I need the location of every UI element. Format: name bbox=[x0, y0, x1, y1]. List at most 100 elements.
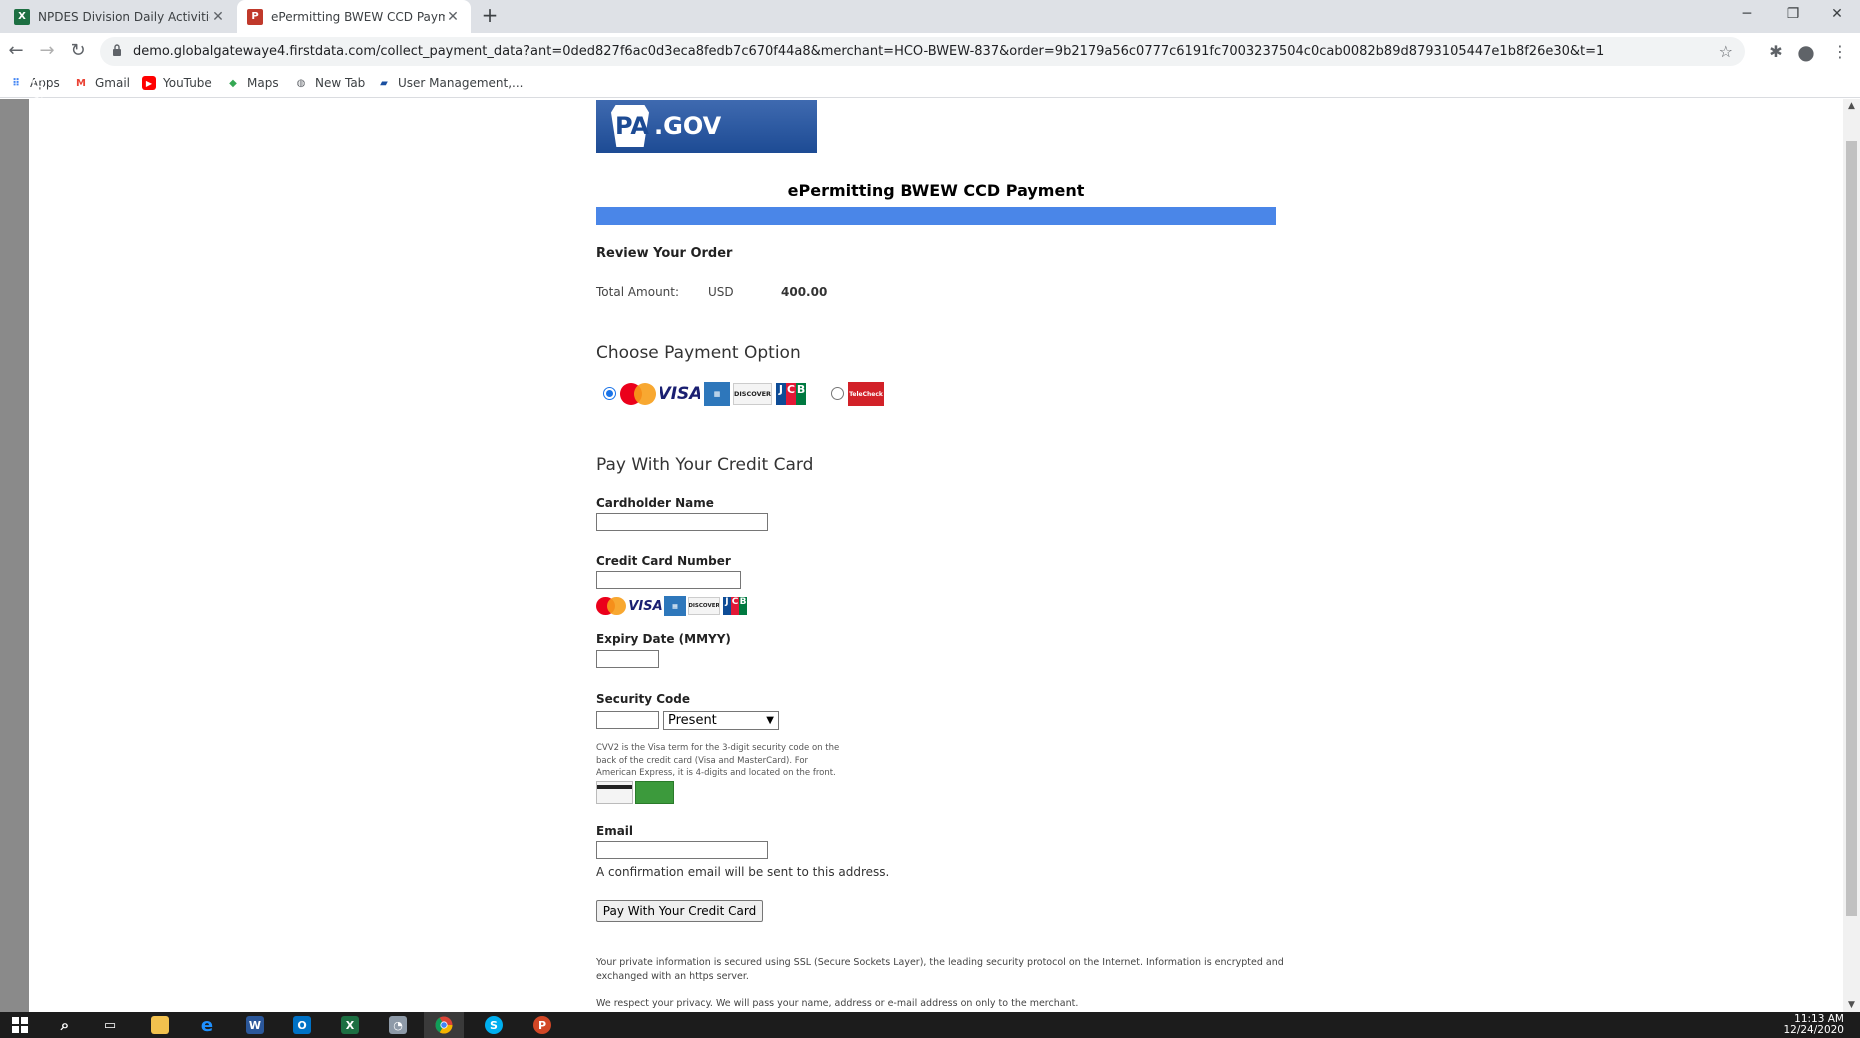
mastercard-small-icon bbox=[596, 597, 626, 615]
telecheck-text: TeleCheck bbox=[849, 390, 883, 398]
pa-gov-logo: PA .GOV bbox=[596, 100, 817, 153]
skype-icon[interactable]: S bbox=[474, 1012, 514, 1038]
scrollbar-thumb[interactable] bbox=[1846, 141, 1857, 916]
word-icon[interactable]: W bbox=[235, 1012, 275, 1038]
restore-button[interactable]: ❐ bbox=[1770, 0, 1816, 30]
pa-keystone-icon: P bbox=[247, 8, 263, 25]
scroll-up-icon[interactable]: ▲ bbox=[1843, 101, 1860, 111]
card-number-input[interactable] bbox=[596, 571, 741, 589]
tab-title: NPDES Division Daily Activities.xl bbox=[38, 9, 210, 24]
logo-gov-text: .GOV bbox=[654, 112, 722, 140]
reload-icon[interactable]: ↻ bbox=[65, 39, 91, 65]
outlook-icon[interactable]: O bbox=[282, 1012, 322, 1038]
forward-icon[interactable]: → bbox=[34, 39, 60, 65]
browser-tab-strip: X NPDES Division Daily Activities.xl ✕ P… bbox=[0, 0, 1860, 33]
browser-toolbar: ← → ↻ demo.globalgatewaye4.firstdata.com… bbox=[0, 33, 1860, 69]
telecheck-icon: TeleCheck bbox=[848, 382, 884, 406]
radio-credit-card[interactable] bbox=[603, 387, 616, 400]
bookmark-label: Maps bbox=[247, 76, 279, 90]
discover-icon: DISCOVER bbox=[733, 383, 772, 405]
url-text: demo.globalgatewaye4.firstdata.com/colle… bbox=[133, 44, 1605, 59]
powerpoint-icon[interactable]: P bbox=[522, 1012, 562, 1038]
pay-with-credit-card-button[interactable]: Pay With Your Credit Card bbox=[596, 900, 763, 922]
lock-icon bbox=[113, 44, 121, 56]
total-amount-value: 400.00 bbox=[781, 285, 828, 299]
cardholder-name-input[interactable] bbox=[596, 513, 768, 531]
bookmark-label: YouTube bbox=[163, 76, 212, 90]
review-order-heading: Review Your Order bbox=[596, 246, 733, 261]
radio-telecheck[interactable] bbox=[831, 387, 844, 400]
close-window-button[interactable]: ✕ bbox=[1814, 0, 1860, 30]
minimize-button[interactable]: ─ bbox=[1724, 0, 1770, 30]
network-app-icon[interactable]: ◔ bbox=[378, 1012, 418, 1038]
bookmark-star-icon[interactable]: ☆ bbox=[1719, 37, 1733, 66]
tab-epermitting-payment[interactable]: P ePermitting BWEW CCD Payment ✕ bbox=[237, 0, 471, 33]
discover-small-icon: DISCOVER bbox=[688, 597, 720, 615]
email-label: Email bbox=[596, 824, 634, 838]
payeezy-side-strip bbox=[0, 99, 29, 1012]
chevron-down-icon: ▼ bbox=[766, 715, 774, 726]
choose-payment-heading: Choose Payment Option bbox=[596, 343, 801, 363]
bookmark-gmail[interactable]: M Gmail bbox=[74, 74, 130, 92]
security-code-presence-select[interactable]: Present ▼ bbox=[663, 711, 779, 730]
discover-text: DISCOVER bbox=[733, 390, 772, 398]
back-icon[interactable]: ← bbox=[3, 39, 29, 65]
tab-npdes-excel[interactable]: X NPDES Division Daily Activities.xl ✕ bbox=[4, 0, 236, 33]
mastercard-icon bbox=[620, 383, 656, 405]
bookmarks-bar: ⠿ Apps M Gmail ▶ YouTube ◆ Maps ◍ New Ta… bbox=[0, 69, 1860, 98]
close-tab-icon[interactable]: ✕ bbox=[210, 9, 226, 25]
bookmark-new-tab[interactable]: ◍ New Tab bbox=[294, 74, 366, 92]
expiry-date-input[interactable] bbox=[596, 650, 659, 668]
page-title: ePermitting BWEW CCD Payment bbox=[787, 181, 1085, 200]
profile-avatar-icon[interactable]: ● bbox=[1793, 39, 1819, 65]
payment-page: PA .GOV ePermitting BWEW CCD Payment Rev… bbox=[29, 99, 1843, 1012]
sap-icon: ▰ bbox=[380, 77, 388, 89]
card-number-label: Credit Card Number bbox=[596, 554, 731, 568]
page-scrollbar[interactable]: ▲ ▼ bbox=[1843, 99, 1860, 1012]
scroll-down-icon[interactable]: ▼ bbox=[1843, 1000, 1860, 1010]
file-explorer-icon[interactable] bbox=[140, 1012, 180, 1038]
select-value: Present bbox=[668, 713, 717, 728]
amex-icon: ▦ bbox=[704, 382, 730, 406]
task-view-icon[interactable]: ▭ bbox=[90, 1012, 130, 1038]
card-back-cvv-icon bbox=[596, 781, 633, 804]
search-icon[interactable]: ⌕ bbox=[45, 1012, 85, 1038]
excel-icon: X bbox=[14, 8, 30, 25]
close-tab-icon[interactable]: ✕ bbox=[445, 9, 461, 25]
taskbar-clock[interactable]: 11:13 AM 12/24/2020 bbox=[1783, 1014, 1844, 1036]
confirmation-email-note: A confirmation email will be sent to thi… bbox=[596, 865, 890, 879]
visa-text: VISA bbox=[629, 598, 662, 614]
bookmark-maps[interactable]: ◆ Maps bbox=[226, 74, 279, 92]
visa-text: VISA bbox=[660, 384, 700, 404]
visa-small-icon: VISA bbox=[629, 597, 662, 615]
bookmark-label: New Tab bbox=[315, 76, 366, 90]
card-front-cvv-icon bbox=[635, 781, 674, 804]
security-code-input[interactable] bbox=[596, 711, 659, 729]
cardholder-name-label: Cardholder Name bbox=[596, 496, 714, 510]
windows-taskbar: ⌕ ▭ e W O X ◔ S P 11:13 AM 12/24/2020 bbox=[0, 1012, 1860, 1038]
tab-title: ePermitting BWEW CCD Payment bbox=[271, 9, 445, 24]
youtube-icon: ▶ bbox=[142, 76, 156, 90]
discover-text: DISCOVER bbox=[688, 603, 720, 609]
pay-with-credit-card-heading: Pay With Your Credit Card bbox=[596, 455, 814, 475]
menu-kebab-icon[interactable]: ⋮ bbox=[1827, 39, 1853, 65]
chrome-icon[interactable] bbox=[424, 1012, 464, 1038]
bookmark-label: User Management,... bbox=[398, 76, 524, 90]
currency-code: USD bbox=[708, 285, 734, 299]
globe-icon: ◍ bbox=[296, 77, 306, 89]
title-accent-bar bbox=[596, 207, 1276, 225]
extensions-icon[interactable]: ✱ bbox=[1763, 39, 1789, 65]
maps-icon: ◆ bbox=[229, 77, 237, 89]
bookmark-user-management[interactable]: ▰ User Management,... bbox=[377, 74, 523, 92]
total-amount-label: Total Amount: bbox=[596, 285, 680, 299]
address-bar[interactable]: demo.globalgatewaye4.firstdata.com/colle… bbox=[100, 37, 1745, 66]
internet-explorer-icon[interactable]: e bbox=[187, 1012, 227, 1038]
bookmark-youtube[interactable]: ▶ YouTube bbox=[142, 74, 212, 92]
visa-icon: VISA bbox=[660, 383, 700, 405]
new-tab-button[interactable]: + bbox=[478, 4, 502, 28]
ssl-privacy-note: Your private information is secured usin… bbox=[596, 957, 1284, 982]
cvv-note: CVV2 is the Visa term for the 3-digit se… bbox=[596, 743, 840, 778]
email-input[interactable] bbox=[596, 841, 768, 859]
windows-start-icon[interactable] bbox=[0, 1012, 40, 1038]
excel-taskbar-icon[interactable]: X bbox=[330, 1012, 370, 1038]
